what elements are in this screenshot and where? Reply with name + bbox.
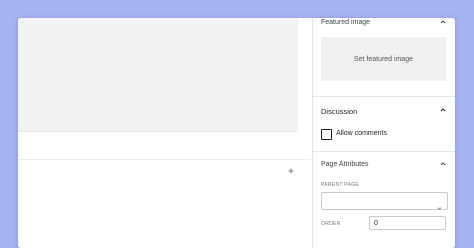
editor-divider (18, 159, 311, 160)
panel-divider (313, 151, 455, 152)
order-label: ORDER (321, 221, 341, 227)
plus-icon[interactable] (286, 166, 296, 176)
allow-comments-label[interactable]: Allow comments (336, 130, 387, 137)
chevron-up-icon[interactable] (440, 107, 446, 113)
chevron-down-icon (437, 198, 442, 210)
discussion-title[interactable]: Discussion (321, 107, 357, 116)
editor-window: Featured image Set featured image Discus… (18, 18, 455, 248)
allow-comments-checkbox[interactable] (321, 129, 332, 140)
editor-canvas (18, 18, 311, 248)
set-featured-image-label: Set featured image (353, 55, 414, 63)
order-input[interactable]: 0 (369, 216, 446, 230)
chevron-up-icon[interactable] (440, 161, 446, 167)
content-block-placeholder[interactable] (18, 18, 298, 132)
settings-sidebar: Featured image Set featured image Discus… (312, 18, 455, 248)
page-attributes-title[interactable]: Page Attributes (321, 161, 368, 168)
chevron-up-icon[interactable] (440, 19, 446, 25)
parent-page-label: PARENT PAGE (321, 182, 360, 188)
featured-image-title[interactable]: Featured image (321, 19, 370, 26)
parent-page-select[interactable] (321, 192, 448, 210)
set-featured-image-button[interactable]: Set featured image (321, 37, 446, 81)
panel-divider (313, 96, 455, 97)
